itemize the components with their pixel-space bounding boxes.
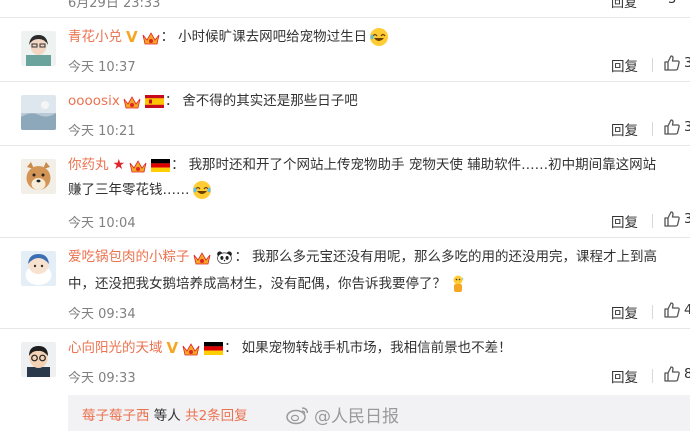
top-like-count[interactable]: 3 — [668, 0, 676, 7]
comment-text: 小时候旷课去网吧给宠物过生日 — [178, 29, 368, 45]
top-reply-button[interactable]: 回复 — [611, 0, 637, 11]
watermark-text: @人民日报 — [314, 407, 399, 427]
like-count: 3 — [684, 211, 690, 227]
comment-text: 如果宠物转战手机市场，我相信前景也不差！ — [241, 340, 512, 356]
colon: ： — [171, 157, 185, 173]
divider — [652, 305, 653, 319]
comment-text: 我那时还和开了个网站上传宠物助手 宠物天使 辅助软件……初中期间靠这网站 — [188, 157, 657, 173]
sub-reply-users[interactable]: 莓子莓子西 — [82, 408, 150, 424]
comment-text: 我那么多元宝还没有用呢，那么多吃的用的还没用完，课程才上到高 — [252, 249, 657, 265]
crown-badge-icon — [123, 95, 141, 108]
v-badge-icon: V — [126, 28, 138, 46]
germany-flag-icon — [204, 341, 224, 355]
weibo-logo-icon — [286, 406, 309, 424]
avatar[interactable] — [21, 251, 56, 286]
username[interactable]: 青花小兑 — [68, 27, 122, 47]
comment-time: 今天 10:37 — [68, 60, 136, 75]
laugh-emoji-icon — [370, 28, 389, 46]
username[interactable]: oooosix — [68, 91, 120, 111]
v-badge-icon: V — [166, 339, 179, 357]
crown-badge-icon — [193, 251, 210, 264]
sub-reply-count-link[interactable]: 共2条回复 — [185, 408, 248, 424]
username[interactable]: 你药丸 — [68, 155, 109, 175]
like-count: 4 — [684, 302, 690, 318]
divider — [652, 58, 653, 72]
avatar[interactable] — [21, 95, 56, 130]
colon: ： — [164, 93, 179, 109]
watermark: @人民日报 — [286, 402, 399, 427]
spain-flag-icon — [144, 94, 164, 108]
like-thumb-icon[interactable] — [663, 54, 681, 72]
like-count: 3 — [684, 55, 690, 71]
laugh-emoji-icon — [192, 181, 211, 199]
panda-icon — [216, 250, 232, 264]
like-thumb-icon[interactable] — [663, 365, 681, 383]
divider — [0, 17, 690, 18]
like-count: 8 — [684, 366, 690, 382]
reply-button[interactable]: 回复 — [611, 211, 638, 231]
top-comment-time: 6月29日 23:33 — [68, 0, 161, 11]
reply-button[interactable]: 回复 — [611, 366, 638, 386]
like-thumb-icon[interactable] — [663, 210, 681, 228]
divider — [0, 145, 690, 146]
like-count: 3 — [684, 119, 690, 135]
like-thumb-icon[interactable] — [663, 301, 681, 319]
username[interactable]: 心向阳光的天域 — [68, 338, 163, 358]
avatar[interactable] — [21, 342, 56, 377]
divider — [0, 237, 690, 238]
germany-flag-icon — [151, 158, 171, 172]
divider — [652, 214, 653, 228]
crown-badge-icon — [129, 159, 147, 172]
star-icon: ★ — [112, 157, 126, 173]
divider — [0, 81, 690, 82]
comment-text-continued: 中，还没把我女鹅培养成高材生，没有配偶，你告诉我要停了？ — [68, 276, 446, 292]
sweat-emoji-icon — [453, 275, 464, 292]
like-thumb-icon[interactable] — [663, 118, 681, 136]
crown-badge-icon — [182, 342, 200, 355]
comment-text-continued: 赚了三年零花钱…… — [68, 182, 190, 198]
colon: ： — [234, 249, 249, 265]
divider — [0, 328, 690, 329]
comment-time: 今天 10:21 — [68, 124, 136, 139]
comment-time: 今天 09:33 — [68, 371, 136, 386]
username[interactable]: 爱吃锅包肉的小粽子 — [68, 247, 190, 267]
divider — [652, 369, 653, 383]
comment-time: 今天 09:34 — [68, 307, 136, 322]
colon: ： — [160, 29, 175, 45]
colon: ： — [224, 340, 238, 356]
divider — [652, 122, 653, 136]
reply-button[interactable]: 回复 — [611, 119, 638, 139]
sub-reply-middle: 等人 — [149, 408, 186, 424]
crown-badge-icon — [142, 31, 159, 44]
avatar[interactable] — [21, 31, 56, 66]
reply-button[interactable]: 回复 — [611, 55, 638, 75]
comment-time: 今天 10:04 — [68, 216, 136, 231]
reply-button[interactable]: 回复 — [611, 302, 638, 322]
comment-text: 舍不得的其实还是那些日子吧 — [182, 93, 358, 109]
avatar[interactable] — [21, 159, 56, 194]
